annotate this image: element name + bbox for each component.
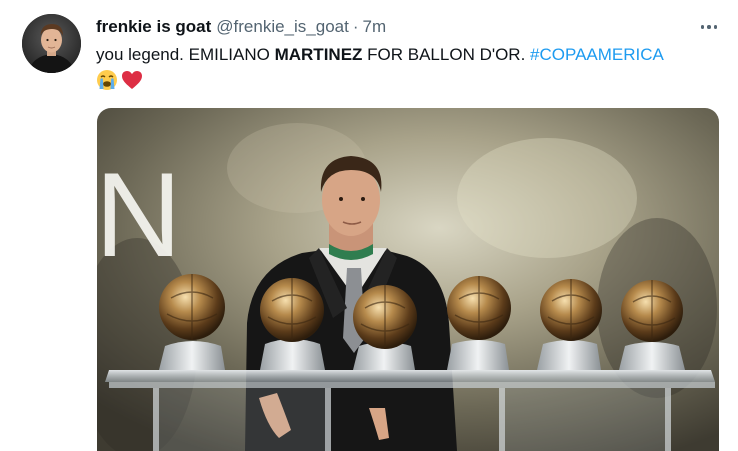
display-name[interactable]: frenkie is goat <box>96 17 211 37</box>
separator-dot: · <box>352 17 359 36</box>
trophy-1 <box>159 274 225 370</box>
tweet-text-rest: FOR BALLON D'OR. <box>362 45 531 64</box>
timestamp[interactable]: 7m <box>363 17 387 37</box>
red-heart-emoji <box>122 71 142 89</box>
trophy-3 <box>353 285 417 370</box>
trophy-5 <box>537 279 602 370</box>
hashtag-link[interactable]: #COPAAMERICA <box>530 45 664 64</box>
backdrop-letter: N <box>97 148 182 282</box>
tweet-header: frenkie is goat @frenkie_is_goat · 7m <box>96 17 386 39</box>
media-photo: N <box>97 108 719 451</box>
crying-face-emoji <box>97 70 117 90</box>
trophy-4 <box>447 276 511 370</box>
tweet-text-bold: MARTINEZ <box>274 45 363 64</box>
more-options-icon[interactable] <box>697 16 721 38</box>
tweet[interactable]: frenkie is goat @frenkie_is_goat · 7m yo… <box>0 0 738 451</box>
emoji-row <box>96 68 143 92</box>
avatar[interactable] <box>22 14 81 73</box>
tweet-text: you legend. EMILIANO MARTINEZ FOR BALLON… <box>96 44 664 66</box>
trophy-6 <box>619 280 685 370</box>
trophy-2 <box>260 278 325 370</box>
tweet-text-intro: you legend. EMILIANO <box>96 45 275 64</box>
avatar-image <box>22 14 81 73</box>
user-handle[interactable]: @frenkie_is_goat <box>216 17 349 37</box>
tweet-media-image[interactable]: N <box>97 108 719 451</box>
